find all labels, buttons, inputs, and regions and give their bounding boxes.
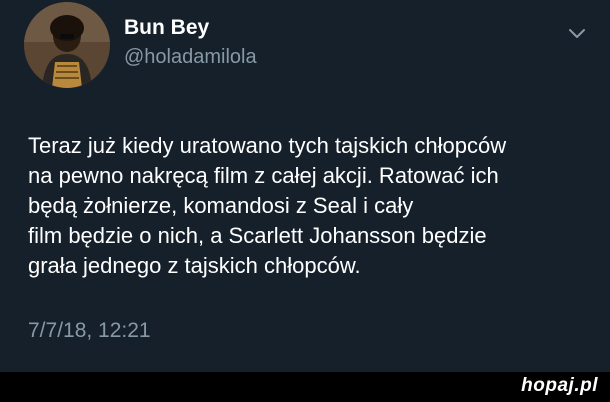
tweet-text-line: film będzie o nich, a Scarlett Johansson… [28, 223, 487, 248]
watermark-bar: hopaj.pl [0, 372, 610, 402]
tweet-text: Teraz już kiedy uratowano tych tajskich … [28, 131, 603, 281]
tweet-timestamp[interactable]: 7/7/18, 12:21 [28, 319, 151, 343]
avatar[interactable] [24, 2, 110, 88]
author-handle[interactable]: @holadamilola [124, 46, 257, 69]
tweet-card: Bun Bey @holadamilola Teraz już kiedy ur… [0, 0, 610, 372]
tweet-text-line: na pewno nakręcą film z całej akcji. Rat… [28, 163, 499, 188]
tweet-text-line: będą żołnierze, komandosi z Seal i cały [28, 193, 414, 218]
author-name[interactable]: Bun Bey [124, 16, 209, 40]
avatar-image [24, 2, 110, 88]
tweet-text-line: grała jednego z tajskich chłopców. [28, 253, 361, 278]
chevron-down-icon[interactable] [566, 22, 588, 44]
brand-logo: hopaj.pl [521, 375, 598, 396]
tweet-text-line: Teraz już kiedy uratowano tych tajskich … [28, 133, 507, 158]
